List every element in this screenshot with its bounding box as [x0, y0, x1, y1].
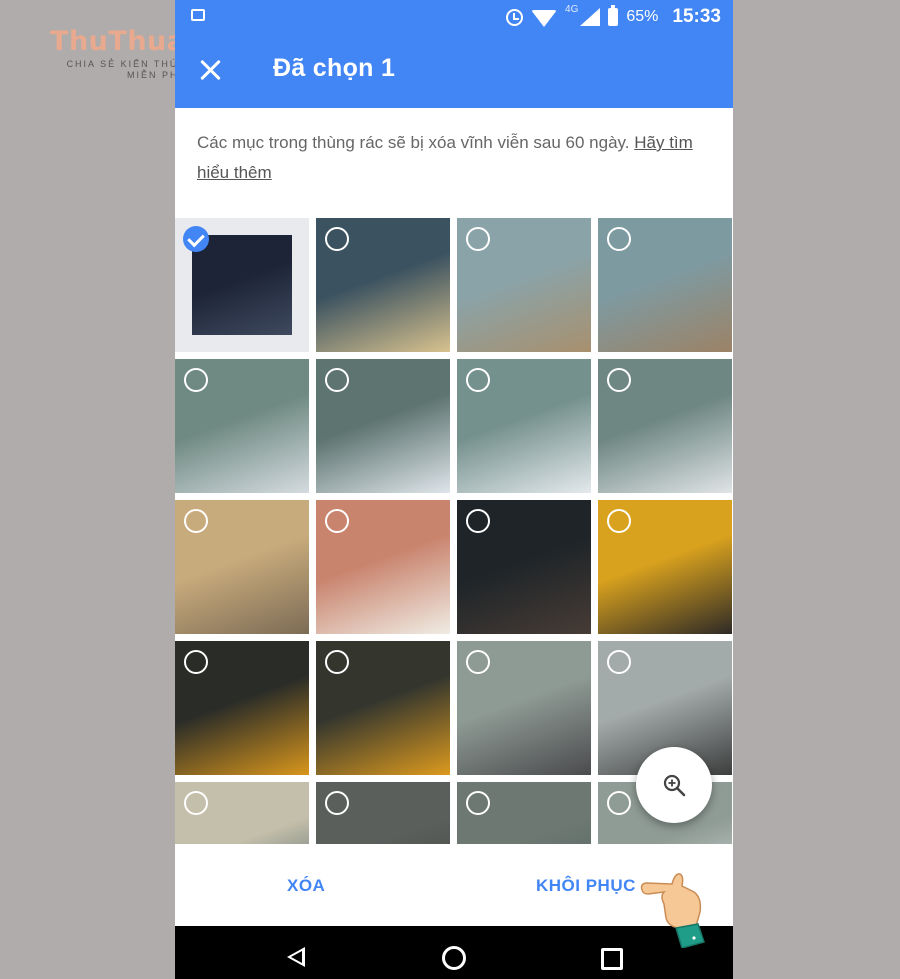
- photo-tile[interactable]: [457, 641, 591, 775]
- photo-tile[interactable]: [175, 359, 309, 493]
- select-circle-icon[interactable]: [607, 791, 631, 815]
- select-circle-icon[interactable]: [466, 509, 490, 533]
- select-circle-icon[interactable]: [184, 791, 208, 815]
- photo-grid: [175, 218, 733, 844]
- trash-info-message: Các mục trong thùng rác sẽ bị xóa vĩnh v…: [197, 128, 717, 188]
- photo-tile[interactable]: [598, 359, 732, 493]
- photo-tile[interactable]: [175, 641, 309, 775]
- select-circle-icon[interactable]: [466, 227, 490, 251]
- selected-check-icon[interactable]: [183, 226, 209, 252]
- photo-tile[interactable]: [175, 500, 309, 634]
- photo-tile[interactable]: [316, 500, 450, 634]
- select-circle-icon[interactable]: [607, 650, 631, 674]
- back-icon[interactable]: [287, 947, 305, 967]
- battery-icon: [608, 5, 619, 26]
- select-circle-icon[interactable]: [466, 791, 490, 815]
- wifi-icon: [531, 9, 558, 27]
- select-circle-icon[interactable]: [184, 509, 208, 533]
- selection-title: Đã chọn 1: [273, 54, 396, 82]
- photo-tile[interactable]: [457, 359, 591, 493]
- status-bar: 4G 65% 15:33: [175, 0, 733, 34]
- photo-tile[interactable]: [316, 641, 450, 775]
- photo-tile[interactable]: [316, 218, 450, 352]
- photo-tile[interactable]: [175, 218, 309, 352]
- select-circle-icon[interactable]: [607, 227, 631, 251]
- select-circle-icon[interactable]: [325, 509, 349, 533]
- photo-tile[interactable]: [316, 359, 450, 493]
- photo-tile[interactable]: [457, 782, 591, 844]
- photo-tile[interactable]: [457, 218, 591, 352]
- photo-tile[interactable]: [316, 782, 450, 844]
- select-circle-icon[interactable]: [325, 791, 349, 815]
- zoom-button[interactable]: [636, 747, 712, 823]
- close-icon[interactable]: [197, 57, 223, 83]
- select-circle-icon[interactable]: [325, 650, 349, 674]
- select-circle-icon[interactable]: [466, 368, 490, 392]
- signal-icon: [580, 8, 601, 26]
- select-circle-icon[interactable]: [325, 227, 349, 251]
- zoom-in-icon: [663, 774, 686, 797]
- photo-tile[interactable]: [175, 782, 309, 844]
- select-circle-icon[interactable]: [184, 368, 208, 392]
- selection-toolbar: Đã chọn 1: [175, 34, 733, 108]
- select-circle-icon[interactable]: [184, 650, 208, 674]
- photo-tile[interactable]: [598, 500, 732, 634]
- alarm-icon: [506, 8, 524, 26]
- recents-icon[interactable]: [601, 948, 623, 970]
- delete-button[interactable]: XÓA: [287, 876, 325, 896]
- select-circle-icon[interactable]: [325, 368, 349, 392]
- home-icon[interactable]: [442, 946, 466, 970]
- select-circle-icon[interactable]: [607, 509, 631, 533]
- photo-tile[interactable]: [457, 500, 591, 634]
- photo-tile[interactable]: [598, 218, 732, 352]
- gallery-notification-icon: [191, 9, 205, 21]
- pointing-hand-icon: [640, 873, 705, 948]
- restore-button[interactable]: KHÔI PHỤC: [536, 876, 636, 896]
- select-circle-icon[interactable]: [607, 368, 631, 392]
- photo-thumbnail: [192, 235, 292, 335]
- trash-info-text: Các mục trong thùng rác sẽ bị xóa vĩnh v…: [197, 133, 630, 152]
- select-circle-icon[interactable]: [466, 650, 490, 674]
- network-type-label: 4G: [565, 4, 579, 15]
- phone-screen: 4G 65% 15:33 Đã chọn 1 Các mục trong thù…: [175, 0, 733, 979]
- clock: 15:33: [672, 6, 721, 27]
- battery-percent: 65%: [626, 8, 659, 25]
- status-icons: 4G 65% 15:33: [506, 4, 721, 29]
